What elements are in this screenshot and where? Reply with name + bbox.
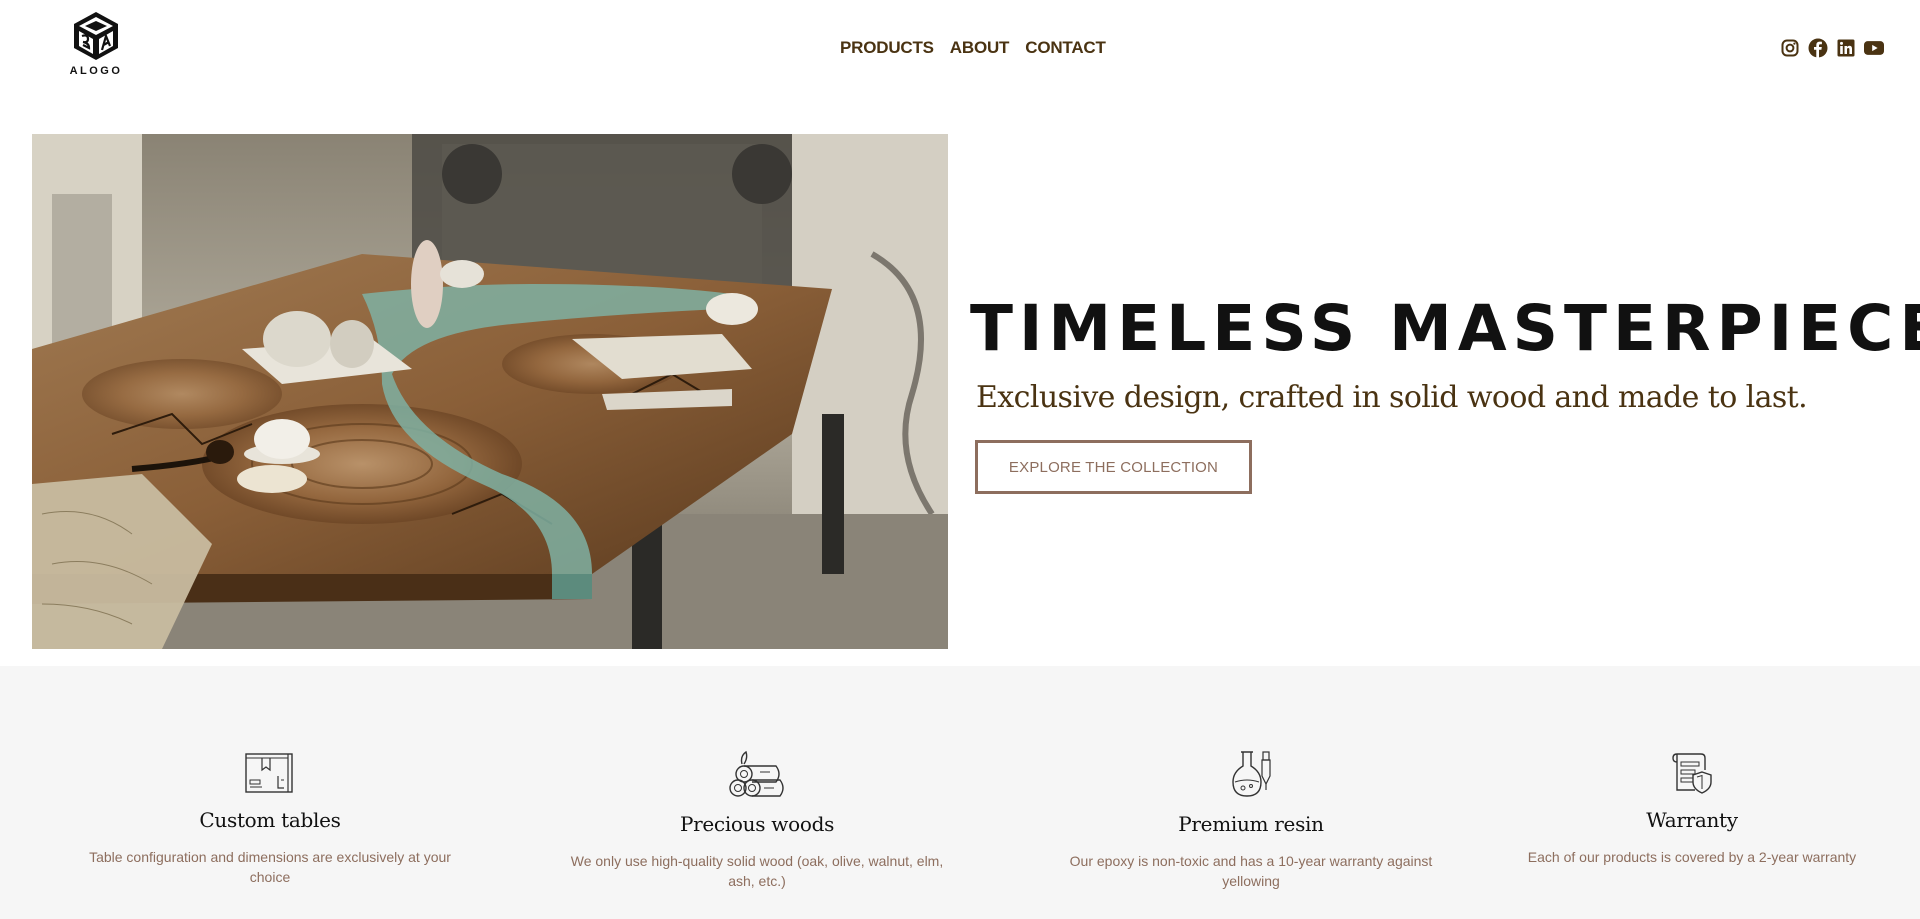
hero-subtitle: Exclusive design, crafted in solid wood … [976, 380, 1808, 415]
feature-premium-resin: Premium resin Our epoxy is non-toxic and… [1031, 750, 1471, 891]
shield-document-icon [1672, 753, 1712, 794]
blueprint-icon [245, 753, 293, 793]
main-nav: PRODUCTS ABOUT CONTACT [840, 38, 1106, 58]
feature-description: Our epoxy is non-toxic and has a 10-year… [1069, 853, 1433, 889]
feature-title: Warranty [1646, 808, 1738, 832]
hero-title: TIMELESS MASTERPIECES [970, 292, 1920, 365]
feature-custom-tables: Custom tables Table configuration and di… [50, 752, 490, 887]
feature-title: Premium resin [1178, 812, 1324, 836]
linkedin-icon[interactable] [1836, 38, 1856, 58]
feature-warranty: Warranty Each of our products is covered… [1472, 752, 1912, 867]
nav-contact[interactable]: CONTACT [1025, 38, 1106, 58]
flask-icon [1232, 751, 1271, 797]
feature-title: Precious woods [679, 812, 835, 836]
cube-logo-icon [74, 12, 118, 60]
hero-photo-illustration [32, 134, 948, 649]
social-links [1780, 38, 1884, 58]
feature-description: Table configuration and dimensions are e… [89, 849, 451, 885]
instagram-icon[interactable] [1780, 38, 1800, 58]
feature-precious-woods: Precious woods We only use high-quality … [537, 750, 977, 891]
youtube-icon[interactable] [1864, 38, 1884, 58]
feature-description: Each of our products is covered by a 2-y… [1527, 849, 1857, 865]
site-logo[interactable]: ALOGO [68, 10, 124, 86]
feature-description: We only use high-quality solid wood (oak… [570, 853, 944, 889]
nav-about[interactable]: ABOUT [950, 38, 1010, 58]
logo-text: ALOGO [69, 65, 123, 77]
feature-title: Custom tables [199, 808, 341, 832]
nav-products[interactable]: PRODUCTS [840, 38, 934, 58]
facebook-icon[interactable] [1808, 38, 1828, 58]
logs-icon [729, 750, 784, 797]
site-header: ALOGO PRODUCTS ABOUT CONTACT [0, 0, 1920, 100]
explore-collection-button[interactable]: EXPLORE THE COLLECTION [975, 440, 1252, 494]
features-section: Custom tables Table configuration and di… [0, 666, 1920, 919]
hero-image [32, 134, 948, 649]
